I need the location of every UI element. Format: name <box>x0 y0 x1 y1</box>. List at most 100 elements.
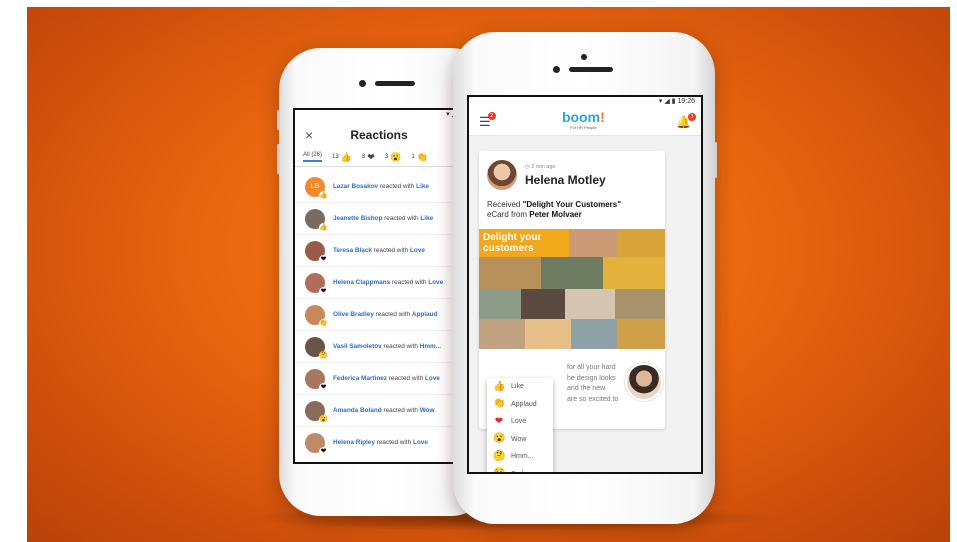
user-name-link[interactable]: Amanda Boland <box>333 407 382 414</box>
avatar[interactable]: 🤔 <box>305 336 328 360</box>
filter-menu-icon[interactable]: ☰ 2 <box>479 112 496 130</box>
photo-tile <box>617 229 665 257</box>
post-time-text: 2 min ago <box>531 164 556 170</box>
side-button <box>277 144 280 174</box>
user-name-link[interactable]: Jeanette Bishop <box>333 215 382 222</box>
reaction-verb: reacted with <box>375 311 411 318</box>
photo-tile <box>615 289 665 319</box>
reaction-text: Teresa Black reacted with Love <box>333 246 425 255</box>
avatar[interactable]: 👍 <box>305 208 328 232</box>
reaction-verb: reacted with <box>384 215 419 222</box>
photo-tile <box>617 319 665 349</box>
message-line: and the new <box>567 385 606 392</box>
reactions-screen: ▾ ◢ × Reactions All (26) 13 👍 8 ❤ 3 😮 1 👏 LB 👍 Laz… <box>293 108 465 464</box>
reaction-filter-tab[interactable]: 8 ❤ <box>362 152 375 163</box>
notification-bell-icon[interactable]: 🔔 3 <box>676 113 696 129</box>
list-item[interactable]: ❤ Federica Martinez reacted with Love <box>295 362 463 394</box>
camera-dot <box>553 66 560 73</box>
avatar[interactable] <box>625 363 663 401</box>
user-name-link[interactable]: Teresa Black <box>333 247 372 254</box>
reaction-option-hmm[interactable]: 🤔 Hmm... <box>487 448 553 466</box>
reaction-option-sad[interactable]: 😟 Sad <box>487 466 553 474</box>
sender-name[interactable]: Peter Molvaer <box>529 210 581 219</box>
avatar[interactable]: LB 👍 <box>305 176 328 200</box>
user-name-link[interactable]: Federica Martinez <box>333 375 387 382</box>
speaker-grille <box>375 81 415 86</box>
sensor-dot <box>581 54 587 60</box>
avatar[interactable]: ❤ <box>305 368 328 392</box>
user-name-link[interactable]: Olive Bradley <box>333 311 374 318</box>
avatar[interactable]: 👏 <box>305 304 328 328</box>
reaction-badge-icon: 😮 <box>319 414 328 424</box>
photo-tile <box>565 289 615 319</box>
reaction-filter-tabs: All (26) 13 👍 8 ❤ 3 😮 1 👏 <box>295 148 463 167</box>
reaction-badge-icon: 👏 <box>319 318 328 328</box>
reaction-verb: reacted with <box>373 247 409 254</box>
reaction-text: Lazar Bosakov reacted with Like <box>333 182 429 191</box>
photo-tile <box>479 257 541 289</box>
message-line: for all your hard <box>567 364 616 371</box>
desc-prefix: Received <box>487 200 523 209</box>
avatar[interactable]: ❤ <box>305 272 328 296</box>
reaction-type: Love <box>410 247 425 254</box>
message-line: are so excited to <box>567 395 619 403</box>
user-name-link[interactable]: Helena Clappmans <box>333 279 390 286</box>
avatar[interactable]: 😮 <box>305 400 328 424</box>
list-item[interactable]: LB 👍 Lazar Bosakov reacted with Like <box>295 171 463 202</box>
reaction-text: Vasil Samoletov reacted with Hmm... <box>333 342 441 351</box>
camera-dot <box>359 80 366 87</box>
status-bar: ▾ ◢ ▮ 19:26 <box>469 97 701 109</box>
photo-tile <box>479 319 525 349</box>
reaction-option-label: Applaud <box>511 400 537 408</box>
reaction-type: Love <box>425 375 440 382</box>
reaction-text: Helena Ripley reacted with Love <box>333 438 428 447</box>
reaction-verb: reacted with <box>388 375 424 382</box>
reaction-text: Helena Clappmans reacted with Love <box>333 278 443 287</box>
recipient-name[interactable]: Helena Motley <box>525 173 606 187</box>
reaction-emoji-icon: 👏 <box>416 151 428 162</box>
avatar[interactable] <box>487 160 517 190</box>
reaction-text: Jeanette Bishop reacted with Like <box>333 214 433 223</box>
side-button <box>277 110 280 130</box>
reaction-filter-tab[interactable]: 1 👏 <box>411 152 428 163</box>
reaction-emoji-icon: 😟 <box>493 468 506 474</box>
reaction-text: Federica Martinez reacted with Love <box>333 374 440 383</box>
close-icon[interactable]: × <box>305 127 313 143</box>
photo-tile <box>525 319 571 349</box>
reaction-option-like[interactable]: 👍 Like <box>487 378 553 396</box>
reactions-list: LB 👍 Lazar Bosakov reacted with Like 👍 Jeane… <box>295 167 463 458</box>
reaction-badge-icon: 🤔 <box>319 350 328 360</box>
avatar[interactable]: ❤ <box>305 240 328 264</box>
reaction-type: Like <box>420 215 434 222</box>
list-item[interactable]: 👏 Olive Bradley reacted with Applaud <box>295 298 463 330</box>
reaction-filter-tab[interactable]: 3 😮 <box>385 152 402 163</box>
list-item[interactable]: ❤ Helena Ripley reacted with Love <box>295 426 463 458</box>
user-name-link[interactable]: Lazar Bosakov <box>333 183 378 190</box>
tab-count: 3 <box>384 154 389 160</box>
list-item[interactable]: 😮 Amanda Boland reacted with Wow <box>295 394 463 426</box>
list-item[interactable]: 👍 Jeanette Bishop reacted with Like <box>295 202 463 234</box>
list-item[interactable]: ❤ Teresa Black reacted with Love <box>295 234 463 266</box>
reaction-verb: reacted with <box>379 183 415 190</box>
reaction-option-applaud[interactable]: 👏 Applaud <box>487 396 553 414</box>
reaction-verb: reacted with <box>383 343 418 350</box>
ecard-image-collage[interactable]: Delight your customers <box>479 229 665 349</box>
app-header: ☰ 2 boom! For HR People 🔔 3 <box>469 109 701 136</box>
list-item[interactable]: ❤ Helena Clappmans reacted with Love <box>295 266 463 298</box>
reaction-filter-tab[interactable]: 13 👍 <box>332 152 352 163</box>
list-item[interactable]: 🤔 Vasil Samoletov reacted with Hmm... <box>295 330 463 362</box>
user-name-link[interactable]: Vasil Samoletov <box>333 343 382 350</box>
photo-tile <box>541 257 603 289</box>
photo-tile <box>603 257 665 289</box>
reaction-option-wow[interactable]: 😮 Wow <box>487 431 553 449</box>
reaction-emoji-icon: 👍 <box>340 151 352 162</box>
boom-logo: boom! For HR People <box>562 110 605 133</box>
menu-badge: 2 <box>487 112 496 120</box>
reaction-option-love[interactable]: ❤ Love <box>487 413 553 431</box>
reaction-filter-tab[interactable]: All (26) <box>303 152 323 162</box>
photo-tile <box>569 229 617 257</box>
reaction-emoji-icon: ❤ <box>494 415 504 427</box>
avatar[interactable]: ❤ <box>305 432 328 456</box>
user-name-link[interactable]: Helena Ripley <box>333 439 375 446</box>
reaction-badge-icon: ❤ <box>319 286 328 296</box>
